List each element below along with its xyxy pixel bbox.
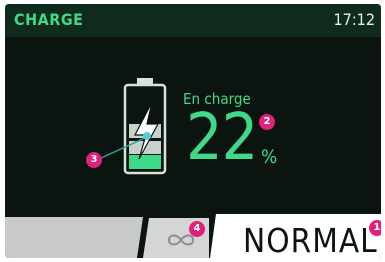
callout-marker-3: 3 (86, 152, 102, 168)
dashboard-frame: CHARGE 17:12 En charge 22 % NORMAL 1 2 3… (0, 0, 385, 262)
callout-marker-4: 4 (189, 221, 205, 237)
callout-marker-1: 1 (369, 220, 381, 236)
callout-leader-line (98, 132, 151, 160)
display-screen: CHARGE 17:12 En charge 22 % NORMAL 1 2 3… (5, 4, 381, 258)
callout-marker-2: 2 (259, 114, 275, 130)
